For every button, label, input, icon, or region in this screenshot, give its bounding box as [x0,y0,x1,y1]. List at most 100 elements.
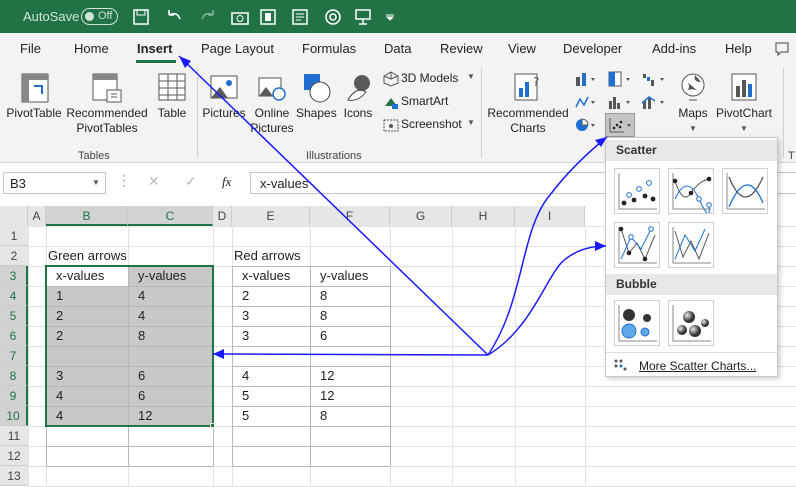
column-chart-icon[interactable] [574,70,600,88]
green-y-cell[interactable]: 4 [138,286,145,306]
column-header[interactable]: I [515,206,585,226]
column-header[interactable]: F [310,206,390,226]
column-header[interactable]: E [232,206,310,226]
recommended-pivottables-button[interactable]: Recommended PivotTables [66,70,148,140]
film-icon[interactable] [258,7,278,27]
smartart-button[interactable]: SmartArt [381,93,476,111]
undo-icon[interactable] [163,7,185,27]
tab-review[interactable]: Review [440,41,483,56]
row-header[interactable]: 11 [0,426,28,446]
insert-function-icon[interactable]: fx [222,174,231,190]
more-scatter-charts-item[interactable]: More Scatter Charts... [606,352,777,376]
row-header[interactable]: 5 [0,306,28,326]
red-x-cell[interactable]: 4 [242,366,249,386]
scatter-straight-lines-thumbnail[interactable] [668,222,714,268]
pivotchart-button[interactable]: PivotChart ▼ [713,70,775,140]
customize-toolbar-icon[interactable] [384,12,396,22]
row-header[interactable]: 10 [0,406,28,426]
line-chart-icon[interactable] [574,93,600,111]
green-y-cell[interactable]: 4 [138,306,145,326]
row-header[interactable]: 6 [0,326,28,346]
green-y-cell[interactable]: 6 [138,366,145,386]
tab-insert[interactable]: Insert [137,41,172,56]
row-header[interactable]: 1 [0,226,28,246]
tab-add-ins[interactable]: Add-ins [652,41,696,56]
shapes-button[interactable]: Shapes [296,70,337,130]
column-header[interactable]: C [128,206,213,226]
bubble-thumbnail[interactable] [614,300,660,346]
online-pictures-button[interactable]: Online Pictures [250,70,294,140]
column-header[interactable]: G [390,206,452,226]
column-header[interactable]: A [28,206,46,226]
row-header[interactable]: 3 [0,266,28,286]
target-icon[interactable] [323,7,343,27]
red-x-cell[interactable]: 3 [242,326,249,346]
pie-chart-icon[interactable] [574,116,600,134]
column-header[interactable]: B [46,206,128,226]
fill-handle[interactable] [210,423,215,428]
bubble-3d-thumbnail[interactable] [668,300,714,346]
scatter-smooth-markers-thumbnail[interactable] [668,168,714,215]
red-y-cell[interactable]: 8 [320,306,327,326]
tab-file[interactable]: File [20,41,41,56]
red-y-cell[interactable]: 12 [320,366,334,386]
pivottable-button[interactable]: PivotTable [4,70,64,140]
column-header[interactable]: D [213,206,232,226]
green-x-cell[interactable]: 4 [56,386,63,406]
green-y-cell[interactable]: 6 [138,386,145,406]
presentation-icon[interactable] [353,7,373,27]
combo-chart-icon[interactable] [641,93,669,111]
tab-data[interactable]: Data [384,41,411,56]
scatter-straight-markers-thumbnail[interactable] [614,222,660,268]
green-x-cell[interactable]: 3 [56,366,63,386]
red-x-cell[interactable]: 3 [242,306,249,326]
red-y-cell[interactable]: 12 [320,386,334,406]
table-button[interactable]: Table [152,70,192,140]
scatter-smooth-lines-thumbnail[interactable] [722,168,768,214]
row-header[interactable]: 12 [0,446,28,466]
screenshot-button[interactable]: Screenshot ▼ [381,116,476,134]
hierarchy-chart-icon[interactable] [607,70,635,88]
statistic-chart-icon[interactable] [607,93,635,111]
green-y-cell[interactable]: 12 [138,406,152,426]
waterfall-chart-icon[interactable] [641,70,669,88]
red-y-cell[interactable]: 8 [320,286,327,306]
tab-help[interactable]: Help [725,41,752,56]
row-header[interactable]: 2 [0,246,28,266]
green-y-cell[interactable]: 8 [138,326,145,346]
tab-formulas[interactable]: Formulas [302,41,356,56]
row-header[interactable]: 8 [0,366,28,386]
3d-models-button[interactable]: 3D Models ▼ [381,70,476,88]
name-box[interactable]: B3 ▼ [3,172,106,194]
green-x-cell[interactable]: 2 [56,326,63,346]
row-header[interactable]: 9 [0,386,28,406]
scatter-thumbnail[interactable] [614,168,660,214]
tab-page-layout[interactable]: Page Layout [201,41,274,56]
green-x-cell[interactable]: 4 [56,406,63,426]
red-x-cell[interactable]: 2 [242,286,249,306]
red-x-cell[interactable]: 5 [242,386,249,406]
column-header[interactable]: H [452,206,515,226]
green-x-cell[interactable]: 1 [56,286,63,306]
tab-home[interactable]: Home [74,41,109,56]
row-header[interactable]: 4 [0,286,28,306]
pictures-button[interactable]: Pictures [200,70,248,130]
text-box-icon[interactable] [290,7,310,27]
red-y-cell[interactable]: 8 [320,406,327,426]
row-header[interactable]: 13 [0,466,28,486]
tab-developer[interactable]: Developer [563,41,622,56]
scatter-chart-button[interactable] [605,113,635,137]
select-all-corner[interactable] [0,206,28,226]
red-x-cell[interactable]: 5 [242,406,249,426]
autosave-toggle[interactable]: Off [81,8,118,25]
maps-button[interactable]: Maps ▼ [674,70,712,140]
cancel-icon[interactable]: ✕ [148,173,160,190]
camera-icon[interactable] [230,7,250,27]
recommended-charts-button[interactable]: ? Recommended Charts [486,70,570,140]
tab-view[interactable]: View [508,41,536,56]
save-icon[interactable] [131,7,151,27]
icons-button[interactable]: Icons [340,70,376,130]
red-y-cell[interactable]: 6 [320,326,327,346]
redo-icon[interactable] [197,7,219,27]
share-icon[interactable] [774,41,792,57]
